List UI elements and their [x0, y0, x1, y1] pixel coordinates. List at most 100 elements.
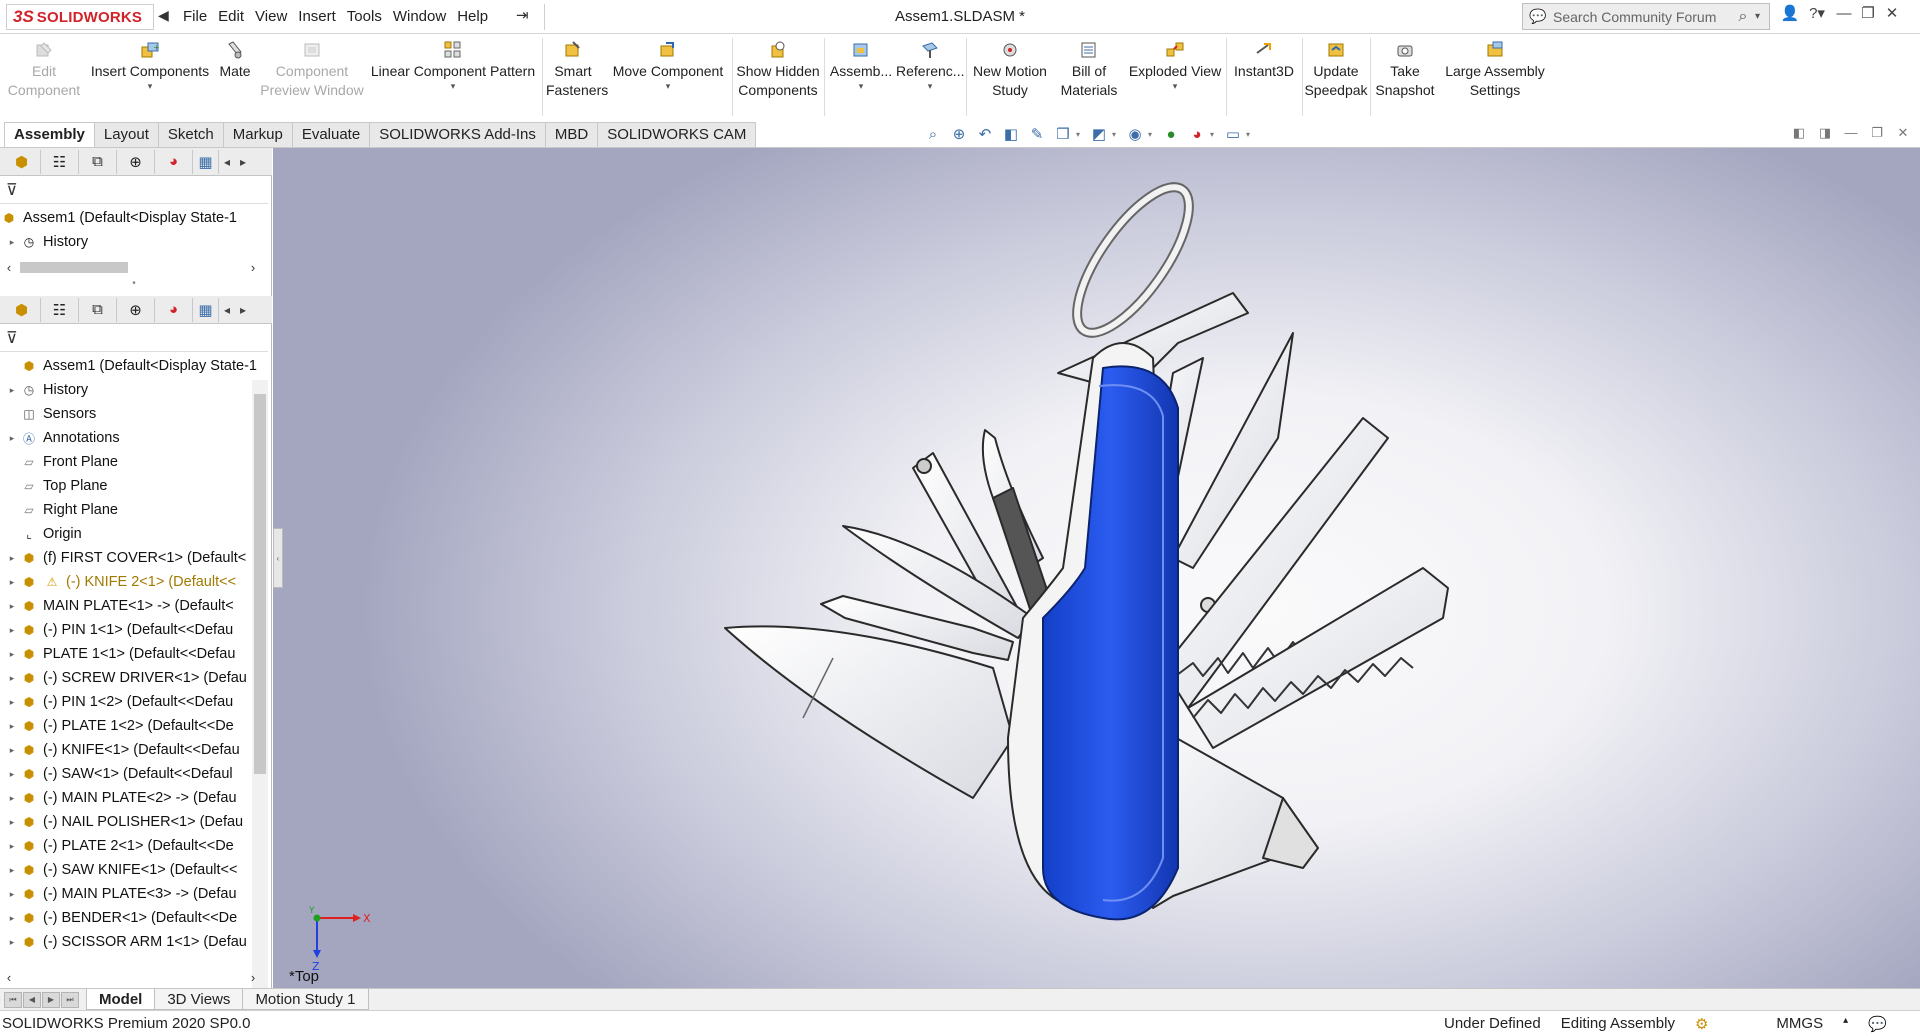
- take-snapshot-button[interactable]: Take Snapshot: [1372, 40, 1438, 100]
- menu-insert[interactable]: Insert: [293, 6, 342, 27]
- close-icon[interactable]: ✕: [1880, 4, 1904, 22]
- tab-motion-study-1[interactable]: Motion Study 1: [242, 989, 369, 1010]
- first-tab-icon[interactable]: ⏮: [4, 992, 22, 1008]
- property-manager-tab-icon[interactable]: ☷: [41, 297, 79, 322]
- expand-arrow-icon[interactable]: ▸: [4, 433, 20, 444]
- edit-component-button[interactable]: Edit Component: [4, 40, 84, 100]
- tree-row[interactable]: ▸ ⬢ (-) KNIFE<1> (Default<<Defau: [0, 738, 262, 762]
- smart-fasteners-button[interactable]: Smart Fasteners: [546, 40, 608, 100]
- tree-filter-top[interactable]: ⊽: [0, 176, 268, 204]
- expand-arrow-icon[interactable]: ▸: [4, 937, 20, 948]
- hide-show-items-icon[interactable]: ◉: [1122, 124, 1148, 144]
- expand-arrow-icon[interactable]: ▸: [4, 625, 20, 636]
- tree-row[interactable]: ▸ ⬢ (-) NAIL POLISHER<1> (Defau: [0, 810, 262, 834]
- viewport-tile-right-icon[interactable]: ◨: [1812, 125, 1838, 141]
- tree-row[interactable]: ▸ ◷ History: [0, 378, 262, 402]
- tree-row[interactable]: ▱ Top Plane: [0, 474, 262, 498]
- minimize-icon[interactable]: —: [1832, 5, 1856, 22]
- edit-appearance-icon[interactable]: ●: [1158, 124, 1184, 144]
- scroll-right-icon[interactable]: ›: [244, 970, 262, 985]
- tree-row[interactable]: ▱ Front Plane: [0, 450, 262, 474]
- tab-solidworks-add-ins[interactable]: SOLIDWORKS Add-Ins: [369, 122, 546, 147]
- display-manager-tab-icon[interactable]: ◕: [155, 149, 193, 174]
- menu-collapse-arrow-icon[interactable]: ◀: [158, 7, 169, 24]
- tree-row[interactable]: ▸ ⬢ ⚠ (-) KNIFE 2<1> (Default<<: [0, 570, 262, 594]
- tree-row[interactable]: ▸ ⬢ MAIN PLATE<1> -> (Default<: [0, 594, 262, 618]
- tab-sketch[interactable]: Sketch: [157, 122, 224, 147]
- dimxpert-manager-tab-icon[interactable]: ⊕: [117, 297, 155, 322]
- tree-top-root[interactable]: ⬢ Assem1 (Default<Display State-1: [0, 206, 262, 230]
- section-view-icon[interactable]: ◧: [998, 124, 1024, 144]
- tree-row[interactable]: ▸ ⬢ (-) SAW<1> (Default<<Defaul: [0, 762, 262, 786]
- tab-3d-views[interactable]: 3D Views: [154, 989, 244, 1010]
- display-style-dropdown-icon[interactable]: ▾: [1112, 130, 1122, 139]
- menu-edit[interactable]: Edit: [213, 6, 250, 27]
- display-manager-tab-icon[interactable]: ◕: [155, 297, 193, 322]
- view-settings-icon[interactable]: ▭: [1220, 124, 1246, 144]
- tabs-scroll-left-icon[interactable]: ◂: [219, 155, 235, 169]
- assembly-features-button[interactable]: Assemb... ▾: [828, 40, 894, 91]
- tree-row[interactable]: ◫ Sensors: [0, 402, 262, 426]
- view-orientation-dropdown-icon[interactable]: ▾: [1076, 130, 1086, 139]
- tooltip-icon[interactable]: 💬: [1868, 1015, 1887, 1033]
- user-icon[interactable]: 👤: [1778, 4, 1802, 22]
- exploded-view-button[interactable]: Exploded View ▾: [1126, 40, 1224, 91]
- tree-row[interactable]: ▸ ⬢ (-) MAIN PLATE<2> -> (Defau: [0, 786, 262, 810]
- tree-row[interactable]: ▸ ⬢ (f) FIRST COVER<1> (Default<: [0, 546, 262, 570]
- apply-scene-icon[interactable]: ◕: [1184, 124, 1210, 144]
- apply-scene-dropdown-icon[interactable]: ▾: [1210, 130, 1220, 139]
- horizontal-scrollbar-main[interactable]: ‹ ›: [0, 968, 262, 986]
- move-component-dropdown-icon[interactable]: ▾: [606, 81, 730, 91]
- linear-pattern-dropdown-icon[interactable]: ▾: [368, 81, 538, 91]
- exploded-view-dropdown-icon[interactable]: ▾: [1126, 81, 1224, 91]
- tree-row[interactable]: ▸ ⬢ (-) SCREW DRIVER<1> (Defau: [0, 666, 262, 690]
- unit-system-dropdown-icon[interactable]: ▴: [1843, 1015, 1848, 1033]
- prev-tab-icon[interactable]: ◀: [23, 992, 41, 1008]
- move-component-button[interactable]: Move Component ▾: [606, 40, 730, 91]
- expand-arrow-icon[interactable]: ▸: [4, 577, 20, 588]
- expand-arrow-icon[interactable]: ▸: [4, 913, 20, 924]
- linear-component-pattern-button[interactable]: Linear Component Pattern ▾: [368, 40, 538, 91]
- expand-arrow-icon[interactable]: ▸: [4, 673, 20, 684]
- expand-arrow-icon[interactable]: ▸: [4, 793, 20, 804]
- viewport-tile-left-icon[interactable]: ◧: [1786, 125, 1812, 141]
- zoom-to-area-icon[interactable]: ⊕: [946, 124, 972, 144]
- tree-row[interactable]: ▸ ⬢ (-) BENDER<1> (Default<<De: [0, 906, 262, 930]
- search-dropdown-icon[interactable]: ▾: [1755, 11, 1769, 22]
- display-style-icon[interactable]: ◩: [1086, 124, 1112, 144]
- last-tab-icon[interactable]: ⏭: [61, 992, 79, 1008]
- vertical-scrollbar[interactable]: [252, 380, 268, 988]
- hide-show-dropdown-icon[interactable]: ▾: [1148, 130, 1158, 139]
- zoom-to-fit-icon[interactable]: ⌕: [920, 124, 946, 144]
- dimxpert-manager-tab-icon[interactable]: ⊕: [117, 149, 155, 174]
- expand-arrow-icon[interactable]: ▸: [4, 817, 20, 828]
- bill-of-materials-button[interactable]: Bill of Materials: [1054, 40, 1124, 100]
- new-motion-study-button[interactable]: New Motion Study: [968, 40, 1052, 100]
- horizontal-scrollbar-top[interactable]: ‹ ›: [0, 258, 262, 276]
- tree-row[interactable]: ▸ ⬢ (-) SCISSOR ARM 1<1> (Defau: [0, 930, 262, 954]
- search-input[interactable]: Search Community Forum: [1553, 9, 1731, 25]
- menu-help[interactable]: Help: [452, 6, 494, 27]
- graphics-area[interactable]: X Y Z *Top ‹ ⌂ ▤ ▱ ▣ ◕ ☰ 💬: [273, 148, 1920, 988]
- tabs-scroll-right-icon[interactable]: ▸: [235, 303, 251, 317]
- show-hidden-components-button[interactable]: Show Hidden Components: [734, 40, 822, 100]
- scroll-right-icon[interactable]: ›: [244, 260, 262, 275]
- large-assembly-settings-button[interactable]: Large Assembly Settings: [1440, 40, 1550, 100]
- cam-manager-tab-icon[interactable]: ▦: [193, 297, 219, 322]
- expand-arrow-icon[interactable]: ▸: [4, 889, 20, 900]
- configuration-manager-tab-icon[interactable]: ⧉: [79, 149, 117, 174]
- next-tab-icon[interactable]: ▶: [42, 992, 60, 1008]
- scroll-thumb[interactable]: [254, 394, 266, 774]
- swiss-knife-model[interactable]: [273, 148, 1920, 988]
- scroll-left-icon[interactable]: ‹: [0, 970, 18, 985]
- view-orientation-icon[interactable]: ❒: [1050, 124, 1076, 144]
- expand-arrow-icon[interactable]: ▸: [4, 865, 20, 876]
- update-speedpak-button[interactable]: Update Speedpak: [1304, 40, 1368, 100]
- instant3d-button[interactable]: Instant3D: [1228, 40, 1300, 81]
- assembly-features-dropdown-icon[interactable]: ▾: [828, 81, 894, 91]
- scroll-left-icon[interactable]: ‹: [0, 260, 18, 275]
- scroll-thumb[interactable]: [20, 262, 128, 273]
- rebuild-icon[interactable]: ⚙: [1695, 1015, 1708, 1033]
- tree-row[interactable]: ▸ ⬢ (-) PLATE 1<2> (Default<<De: [0, 714, 262, 738]
- expand-arrow-icon[interactable]: ▸: [4, 601, 20, 612]
